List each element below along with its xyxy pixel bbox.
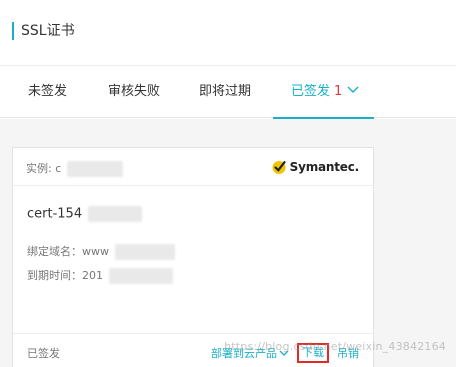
title-accent-bar bbox=[12, 22, 14, 40]
tab-expiring-soon[interactable]: 即将过期 bbox=[199, 66, 251, 118]
bound-domain: 绑定域名：www bbox=[27, 243, 175, 260]
tab-count-badge: 1 bbox=[334, 84, 343, 99]
watermark: https://blog.csdn.net/weixin_43842164 bbox=[224, 340, 446, 353]
tab-label: 审核失败 bbox=[108, 84, 161, 99]
instance-label: 实例: c bbox=[26, 162, 62, 175]
cert-name-text: cert-154 bbox=[27, 206, 83, 222]
card-header: 实例: c Symantec. bbox=[13, 148, 373, 186]
expiry-date: 到期时间：201 bbox=[27, 267, 173, 284]
page-header: SSL证书 bbox=[0, 0, 456, 66]
check-badge-icon bbox=[272, 161, 286, 174]
certificate-name: cert-154 bbox=[27, 206, 143, 222]
content-area: 实例: c Symantec. cert-154 绑定域名：www 到期时间：2… bbox=[0, 119, 456, 367]
expiry-label: 到期时间：201 bbox=[27, 269, 103, 282]
brand-name: Symantec. bbox=[289, 160, 360, 174]
tab-label: 未签发 bbox=[28, 84, 68, 99]
tab-label: 即将过期 bbox=[199, 84, 252, 99]
page-title: SSL证书 bbox=[21, 23, 75, 39]
redacted-blur bbox=[88, 206, 143, 222]
redacted-blur bbox=[66, 161, 123, 177]
tab-not-issued[interactable]: 未签发 bbox=[28, 66, 67, 118]
tab-review-failed[interactable]: 审核失败 bbox=[108, 66, 160, 118]
tab-issued[interactable]: 已签发 1 bbox=[273, 66, 375, 119]
status-badge: 已签发 bbox=[27, 347, 60, 360]
instance-id: 实例: c bbox=[26, 160, 123, 177]
chevron-down-icon bbox=[347, 86, 359, 93]
symantec-logo: Symantec. bbox=[271, 158, 359, 176]
certificate-card: 实例: c Symantec. cert-154 绑定域名：www 到期时间：2… bbox=[12, 147, 374, 367]
redacted-blur bbox=[108, 268, 173, 284]
redacted-blur bbox=[114, 244, 175, 260]
domain-label: 绑定域名：www bbox=[27, 245, 109, 258]
status-tabs: 未签发 审核失败 即将过期 已签发 1 bbox=[0, 66, 456, 119]
tab-label: 已签发 bbox=[291, 84, 331, 99]
